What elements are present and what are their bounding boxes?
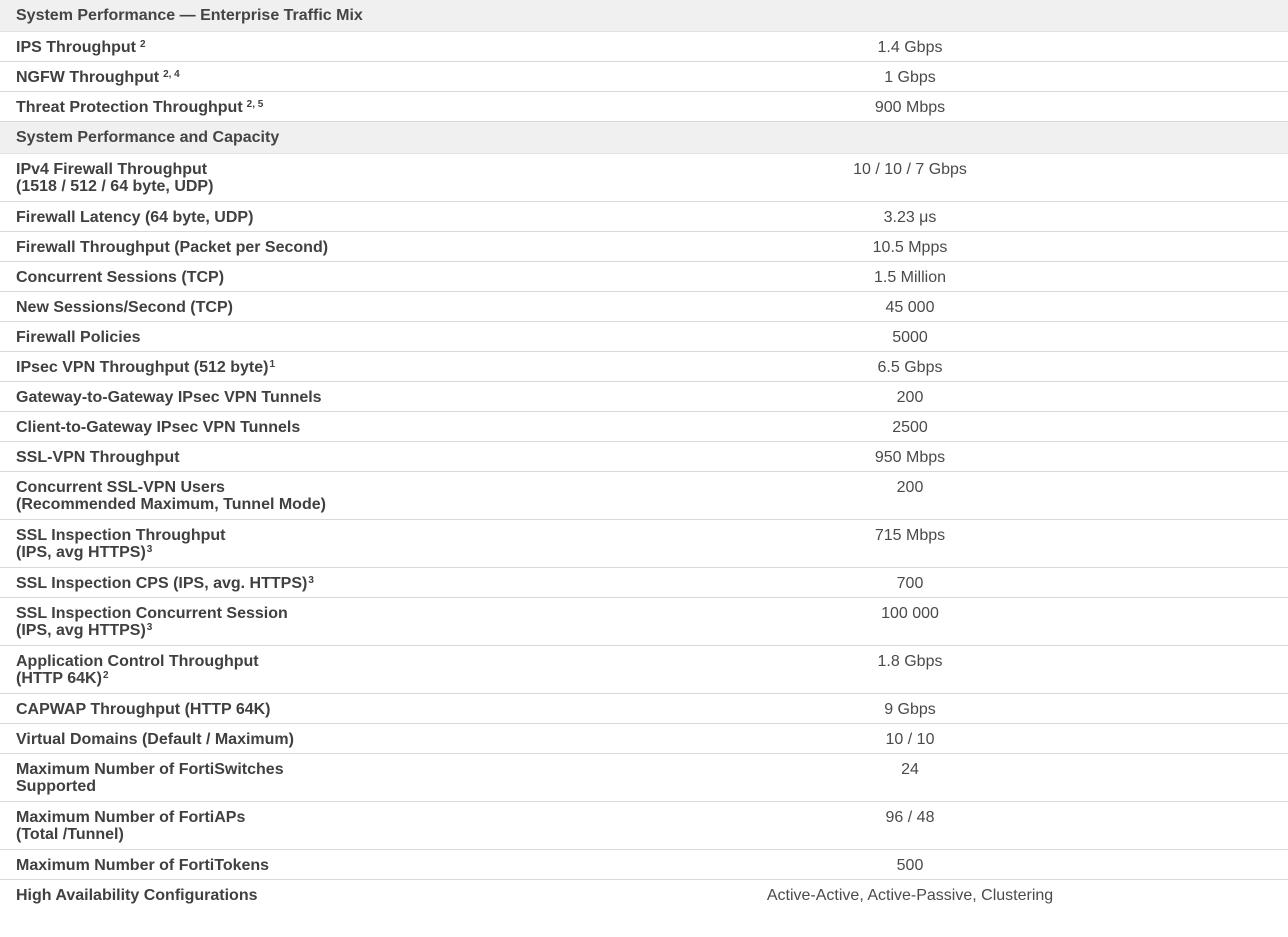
spec-label: IPv4 Firewall Throughput: [16, 161, 208, 178]
spec-label: Threat Protection Throughput: [16, 99, 243, 116]
footnote-ref: 2, 5: [246, 99, 264, 110]
table-row: Concurrent SSL-VPN Users (Recommended Max…: [0, 471, 1288, 520]
table-row: Maximum Number of FortiTokens 500: [0, 849, 1288, 880]
spec-label: SSL-VPN Throughput: [16, 449, 180, 466]
spec-label: Application Control Throughput: [16, 653, 259, 670]
spec-label: IPsec VPN Throughput (512 byte): [16, 359, 269, 376]
section-title: System Performance and Capacity: [0, 121, 1288, 154]
spec-label: High Availability Configurations: [16, 887, 258, 904]
table-row: Firewall Policies 5000: [0, 321, 1288, 352]
table-row: Threat Protection Throughput 2, 5 900 Mbp…: [0, 91, 1288, 122]
table-row: Firewall Throughput (Packet per Second) …: [0, 231, 1288, 262]
spec-value: Active-Active, Active-Passive, Clusterin…: [766, 887, 1054, 904]
table-row: Virtual Domains (Default / Maximum) 10 /…: [0, 723, 1288, 754]
spec-label-line2: (IPS, avg HTTPS): [16, 544, 146, 561]
spec-value: 900 Mbps: [532, 91, 1288, 122]
table-row: Concurrent Sessions (TCP) 1.5 Million: [0, 261, 1288, 292]
table-row: IPsec VPN Throughput (512 byte)1 6.5 Gbp…: [0, 351, 1288, 382]
spec-value: 6.5 Gbps: [532, 351, 1288, 382]
section-header: System Performance — Enterprise Traffic …: [0, 0, 1288, 32]
spec-label-line2: (Recommended Maximum, Tunnel Mode): [16, 496, 326, 513]
spec-label: Gateway-to-Gateway IPsec VPN Tunnels: [16, 389, 322, 406]
spec-value: 9 Gbps: [532, 693, 1288, 724]
spec-value: 100 000: [532, 597, 1288, 646]
spec-value: 715 Mbps: [532, 519, 1288, 568]
table-row: High Availability Configurations Active-…: [0, 880, 1288, 910]
spec-value: 1 Gbps: [532, 61, 1288, 92]
spec-label: Virtual Domains (Default / Maximum): [16, 731, 294, 748]
spec-value: 2500: [532, 411, 1288, 442]
spec-value: 500: [532, 849, 1288, 880]
spec-label-line2: (1518 / 512 / 64 byte, UDP): [16, 178, 214, 195]
spec-value: 950 Mbps: [532, 441, 1288, 472]
spec-value: 10.5 Mpps: [532, 231, 1288, 262]
spec-value: 3.23 μs: [532, 201, 1288, 232]
spec-label-line2: (Total /Tunnel): [16, 826, 124, 843]
section-title: System Performance — Enterprise Traffic …: [0, 0, 1288, 32]
footnote-ref: 2: [139, 39, 146, 50]
spec-value: 700: [532, 567, 1288, 598]
spec-label: SSL Inspection CPS (IPS, avg. HTTPS): [16, 575, 308, 592]
footnote-ref: 3: [146, 622, 153, 633]
spec-value: 1.5 Million: [532, 261, 1288, 292]
table-row: Application Control Throughput (HTTP 64K)…: [0, 645, 1288, 694]
spec-value: 10 / 10: [532, 723, 1288, 754]
spec-label: Maximum Number of FortiTokens: [16, 857, 270, 874]
table-row: Client-to-Gateway IPsec VPN Tunnels 2500: [0, 411, 1288, 442]
spec-label: IPS Throughput: [16, 39, 136, 56]
spec-label: SSL Inspection Concurrent Session: [16, 605, 288, 622]
spec-value: 1.4 Gbps: [532, 31, 1288, 62]
spec-label-line2: (HTTP 64K): [16, 670, 102, 687]
table-row: Gateway-to-Gateway IPsec VPN Tunnels 200: [0, 381, 1288, 412]
spec-label: Firewall Policies: [16, 329, 141, 346]
footnote-ref: 2, 4: [163, 69, 180, 80]
spec-value: 200: [532, 471, 1288, 520]
spec-label: NGFW Throughput: [16, 69, 160, 86]
table-row: Maximum Number of FortiSwitches Supported…: [0, 753, 1288, 802]
spec-label: Maximum Number of FortiAPs: [16, 809, 246, 826]
spec-value: 1.8 Gbps: [532, 645, 1288, 694]
spec-label: Firewall Latency (64 byte, UDP): [16, 209, 254, 226]
table-row: SSL Inspection CPS (IPS, avg. HTTPS)3 70…: [0, 567, 1288, 598]
spec-label-line2: (IPS, avg HTTPS): [16, 622, 146, 639]
table-row: IPv4 Firewall Throughput (1518 / 512 / 64…: [0, 153, 1288, 202]
spec-label: Concurrent SSL-VPN Users: [16, 479, 225, 496]
table-row: SSL Inspection Concurrent Session (IPS, a…: [0, 597, 1288, 646]
spec-value: 96 / 48: [532, 801, 1288, 850]
spec-label: Client-to-Gateway IPsec VPN Tunnels: [16, 419, 301, 436]
spec-value: 45 000: [532, 291, 1288, 322]
footnote-ref: 1: [269, 359, 276, 370]
table-row: NGFW Throughput 2, 4 1 Gbps: [0, 61, 1288, 92]
footnote-ref: 2: [102, 670, 109, 681]
footnote-ref: 3: [308, 575, 314, 586]
table-row: SSL-VPN Throughput 950 Mbps: [0, 441, 1288, 472]
table-row: SSL Inspection Throughput (IPS, avg HTTPS…: [0, 519, 1288, 568]
spec-value: 10 / 10 / 7 Gbps: [532, 153, 1288, 202]
spec-label: SSL Inspection Throughput: [16, 527, 226, 544]
spec-value: 24: [532, 753, 1288, 802]
section-header: System Performance and Capacity: [0, 121, 1288, 154]
spec-label: New Sessions/Second (TCP): [16, 299, 233, 316]
table-row: Firewall Latency (64 byte, UDP) 3.23 μs: [0, 201, 1288, 232]
spec-value: 5000: [532, 321, 1288, 352]
spec-value: 200: [532, 381, 1288, 412]
spec-label: Concurrent Sessions (TCP): [16, 269, 225, 286]
spec-table: System Performance — Enterprise Traffic …: [0, 0, 1288, 910]
table-row: IPS Throughput 2 1.4 Gbps: [0, 31, 1288, 62]
table-row: New Sessions/Second (TCP) 45 000: [0, 291, 1288, 322]
spec-label: Maximum Number of FortiSwitches: [16, 761, 284, 778]
spec-label: Firewall Throughput (Packet per Second): [16, 239, 329, 256]
table-row: Maximum Number of FortiAPs (Total /Tunnel…: [0, 801, 1288, 850]
spec-label: CAPWAP Throughput (HTTP 64K): [16, 701, 271, 718]
table-row: CAPWAP Throughput (HTTP 64K) 9 Gbps: [0, 693, 1288, 724]
spec-label-line2: Supported: [16, 778, 96, 795]
footnote-ref: 3: [146, 544, 153, 555]
